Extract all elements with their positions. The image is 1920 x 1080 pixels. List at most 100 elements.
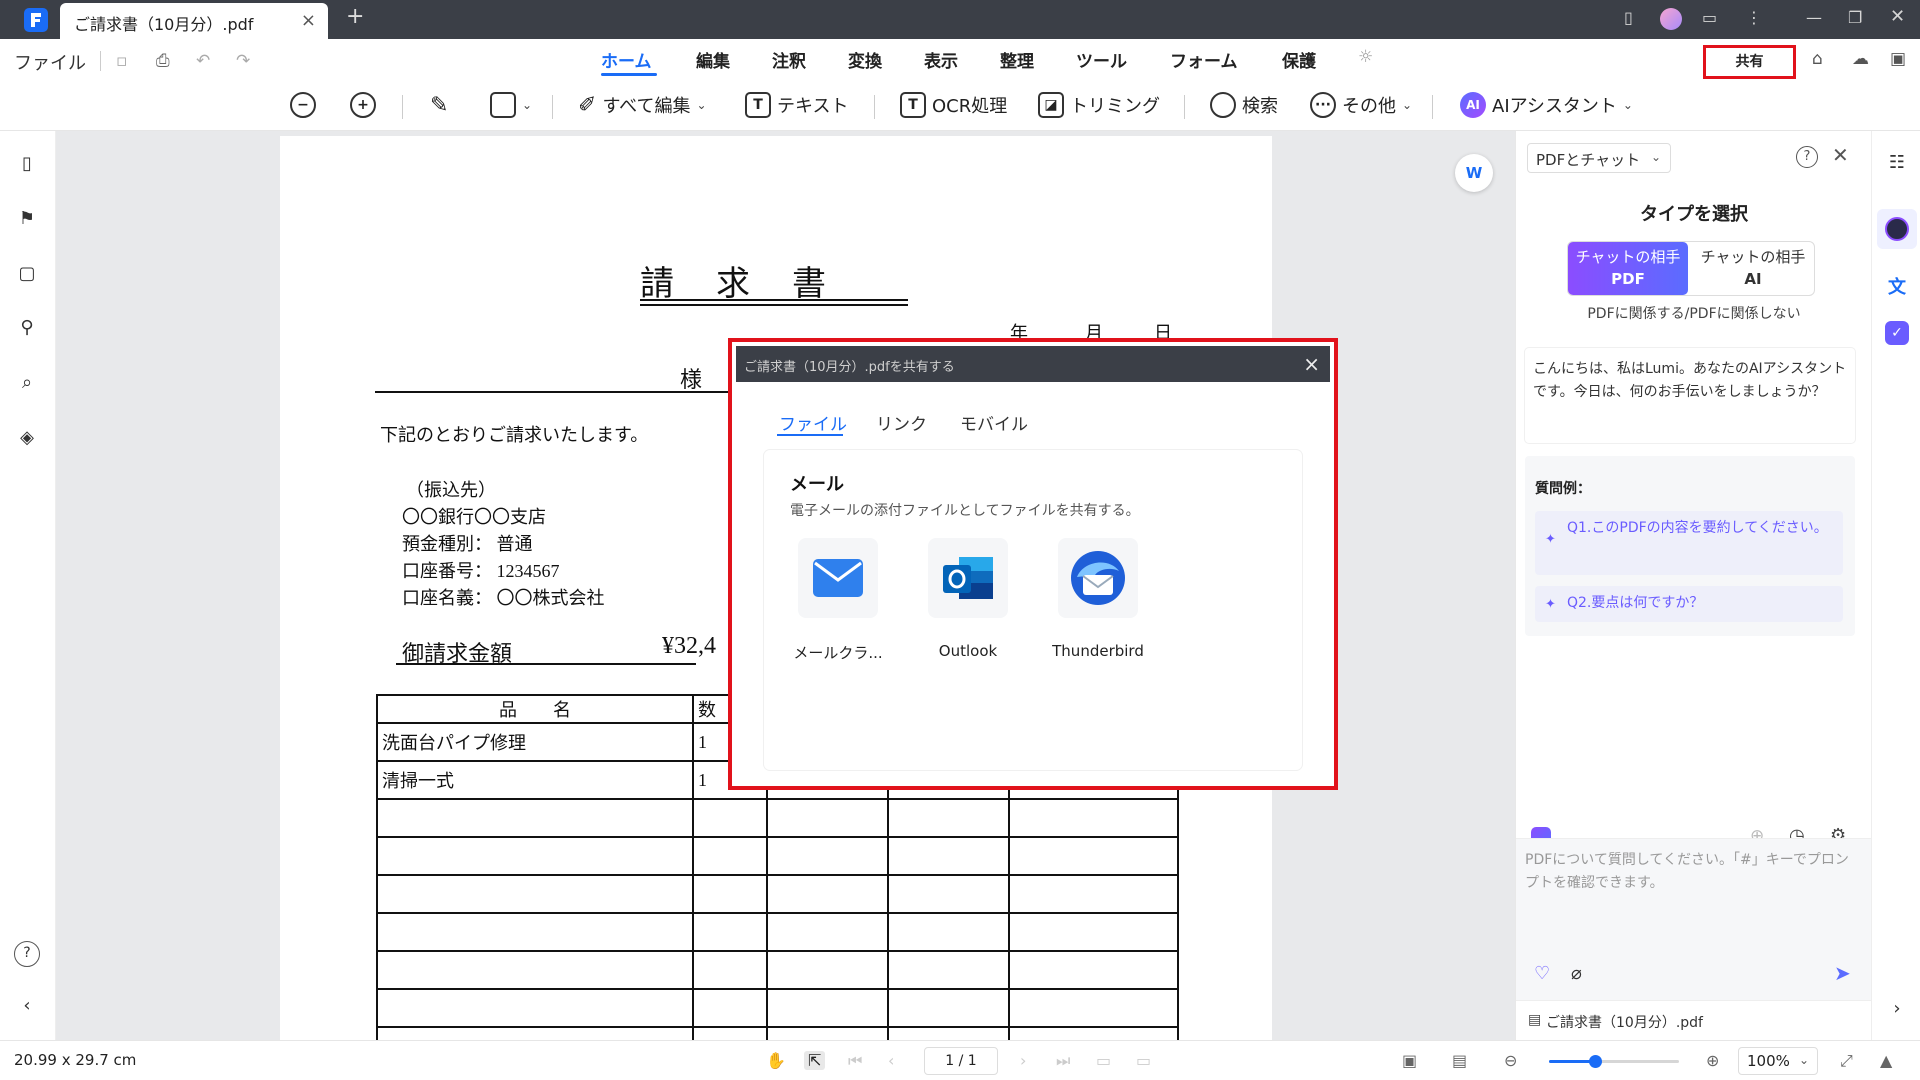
collapse-sidebar-icon[interactable]: ‹ <box>16 995 38 1017</box>
table-cell <box>887 1026 1010 1040</box>
tab-link[interactable]: リンク <box>876 410 927 435</box>
new-tab-icon[interactable]: + <box>346 4 364 29</box>
chat-with-ai-option[interactable]: チャットの相手 AI <box>1692 242 1814 295</box>
translate-icon[interactable]: W <box>1455 154 1493 192</box>
chat-mode-select[interactable]: PDFとチャット ⌄ <box>1527 143 1671 173</box>
text-button[interactable]: T テキスト <box>745 90 848 120</box>
help-icon[interactable]: ? <box>1796 146 1818 168</box>
ai-chat-icon[interactable] <box>1877 209 1917 249</box>
menu-protect[interactable]: 保護 <box>1282 47 1316 72</box>
search-button[interactable]: 検索 <box>1210 90 1278 120</box>
outlook-button[interactable] <box>928 538 1008 618</box>
print-icon[interactable]: ⎙ <box>156 51 170 71</box>
more-button[interactable]: ··· その他 ⌄ <box>1310 90 1412 120</box>
zoom-in-button[interactable]: + <box>350 90 376 120</box>
attachment-icon[interactable]: ⚲ <box>16 317 38 339</box>
table-cell <box>376 1026 694 1040</box>
edit-all-button[interactable]: ✐ すべて編集 ⌄ <box>578 90 707 120</box>
fit-width-icon[interactable]: ▭ <box>1136 1051 1151 1070</box>
menu-convert[interactable]: 変換 <box>848 47 882 72</box>
more-vertical-icon[interactable]: ⋮ <box>1746 8 1762 27</box>
zoom-slider[interactable] <box>1549 1055 1679 1068</box>
app-logo-icon[interactable] <box>24 8 48 32</box>
close-icon[interactable]: ✕ <box>1832 143 1849 167</box>
translate-icon[interactable]: 文 <box>1882 271 1912 301</box>
mail-client-button[interactable] <box>798 538 878 618</box>
lightbulb-icon[interactable]: ♡ <box>1534 963 1550 984</box>
menu-form[interactable]: フォーム <box>1170 47 1238 72</box>
actual-size-icon[interactable]: ▣ <box>1402 1051 1417 1070</box>
search-panel-icon[interactable]: ⌕ <box>16 372 38 394</box>
chevron-down-icon: ⌄ <box>1402 98 1413 112</box>
menu-home[interactable]: ホーム <box>601 47 652 72</box>
close-icon[interactable]: × <box>1303 352 1320 376</box>
save-icon[interactable]: ▫ <box>116 51 128 71</box>
zoom-in-icon[interactable]: ⊕ <box>1706 1051 1719 1070</box>
previous-page-icon[interactable]: ‹ <box>888 1051 894 1070</box>
zoom-out-icon[interactable]: ⊖ <box>1504 1051 1517 1070</box>
tab-mobile[interactable]: モバイル <box>960 410 1028 435</box>
highlight-button[interactable]: ✎ <box>430 90 448 120</box>
document-tab[interactable]: ご請求書（10月分）.pdf × <box>60 3 328 39</box>
lightbulb-icon[interactable]: ☼ <box>1358 47 1373 67</box>
panel-toggle-icon[interactable]: ▣ <box>1890 49 1906 69</box>
undo-icon[interactable]: ↶ <box>196 51 210 71</box>
org-chart-icon[interactable]: ⌂ <box>1812 49 1823 69</box>
avatar[interactable] <box>1660 8 1682 30</box>
hide-panels-icon[interactable]: ▲ <box>1880 1051 1892 1070</box>
menu-edit[interactable]: 編集 <box>696 47 730 72</box>
ai-assistant-button[interactable]: AI AIアシスタント ⌄ <box>1460 90 1633 120</box>
feedback-icon[interactable]: ▭ <box>1702 8 1717 27</box>
window-close-icon[interactable]: ✕ <box>1890 6 1905 27</box>
last-page-icon[interactable]: ⏭ <box>1056 1051 1070 1071</box>
hand-tool-icon[interactable]: ✋ <box>766 1051 786 1070</box>
task-icon[interactable]: ✓ <box>1885 321 1909 345</box>
menu-view[interactable]: 表示 <box>924 47 958 72</box>
share-button[interactable]: 共有 <box>1703 45 1796 79</box>
menu-tools[interactable]: ツール <box>1076 47 1127 72</box>
send-icon[interactable]: ➤ <box>1834 961 1851 985</box>
expand-panel-icon[interactable]: › <box>1882 993 1912 1023</box>
type-select-title: タイプを選択 <box>1640 204 1748 225</box>
crop-button[interactable]: ◪ トリミング <box>1038 90 1160 120</box>
zoom-select[interactable]: 100% ⌄ <box>1738 1047 1818 1075</box>
ocr-button[interactable]: T OCR処理 <box>900 90 1007 120</box>
page-layout-icon[interactable]: ▤ <box>1452 1051 1467 1070</box>
zoom-out-button[interactable]: − <box>290 90 316 120</box>
minimize-icon[interactable]: — <box>1806 8 1822 27</box>
layers-icon[interactable]: ◈ <box>16 427 38 449</box>
next-page-icon[interactable]: › <box>1020 1051 1026 1070</box>
help-icon[interactable]: ? <box>14 941 40 967</box>
comment-icon[interactable]: ▢ <box>16 263 38 285</box>
page-number-input[interactable]: 1 / 1 <box>924 1047 998 1075</box>
fullscreen-icon[interactable]: ⤢ <box>1840 1051 1853 1071</box>
table-cell <box>692 798 768 838</box>
attach-icon[interactable]: ⌀ <box>1571 963 1582 984</box>
redo-icon[interactable]: ↷ <box>236 51 250 71</box>
table-row <box>376 874 1179 914</box>
tablet-mode-icon[interactable]: ▯ <box>1624 8 1633 27</box>
file-menu[interactable]: ファイル <box>14 49 86 75</box>
example-question[interactable]: ✦ Q1.このPDFの内容を要約してください。 <box>1535 511 1843 575</box>
example-question[interactable]: ✦ Q2.要点は何ですか？ <box>1535 586 1843 622</box>
tab-file[interactable]: ファイル <box>779 410 847 435</box>
first-page-icon[interactable]: ⏮ <box>848 1051 862 1071</box>
zoom-slider-handle[interactable] <box>1588 1055 1602 1068</box>
cloud-upload-icon[interactable]: ☁ <box>1852 49 1869 69</box>
restore-icon[interactable]: ❐ <box>1848 8 1862 27</box>
chat-with-pdf-option[interactable]: チャットの相手 PDF <box>1568 242 1688 295</box>
chat-input[interactable]: PDFについて質問してください。「#」キーでプロンプトを確認できます。 ♡ ⌀ … <box>1516 838 1872 1000</box>
option-line: AI <box>1744 270 1762 288</box>
menu-organize[interactable]: 整理 <box>1000 47 1034 72</box>
bookmark-icon[interactable]: ⚑ <box>16 208 38 230</box>
item-name: 清掃一式 <box>376 760 694 800</box>
menu-annotate[interactable]: 注釈 <box>772 47 806 72</box>
thunderbird-button[interactable] <box>1058 538 1138 618</box>
table-cell <box>1008 912 1179 952</box>
close-tab-icon[interactable]: × <box>301 10 316 31</box>
properties-icon[interactable]: ☷ <box>1882 147 1912 177</box>
select-tool-icon[interactable]: ⇱ <box>804 1051 826 1070</box>
page-thumbnail-icon[interactable]: ▯ <box>16 153 38 175</box>
fit-page-icon[interactable]: ▭ <box>1096 1051 1111 1070</box>
shape-button[interactable]: ⌄ <box>490 90 532 120</box>
